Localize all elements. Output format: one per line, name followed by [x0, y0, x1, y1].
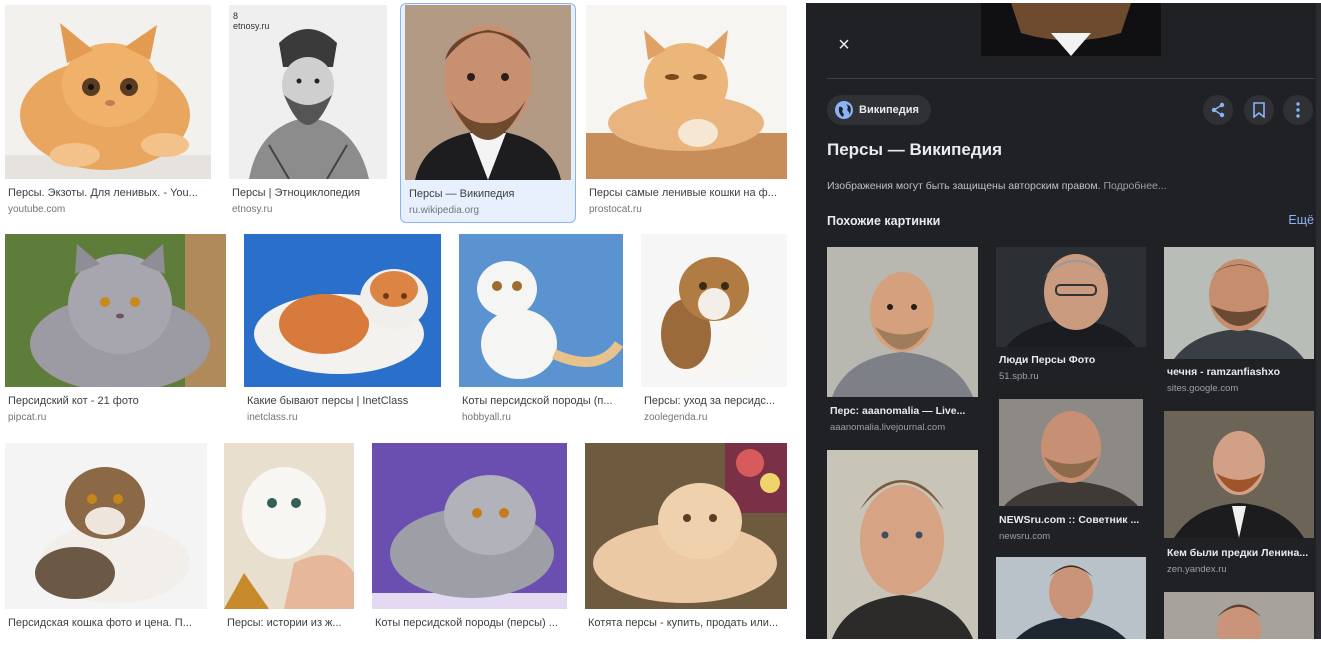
result-caption[interactable]: Коты персидской породы (персы) ...: [375, 617, 565, 629]
result-source: youtube.com: [8, 204, 66, 215]
result-tile[interactable]: Персы: истории из ж...: [222, 441, 356, 639]
result-tile[interactable]: Персы: уход за персидс... zoolegenda.ru: [639, 232, 789, 428]
result-thumbnail[interactable]: [5, 5, 211, 179]
result-thumbnail[interactable]: [244, 234, 441, 387]
similar-image[interactable]: [1164, 247, 1314, 359]
result-tile[interactable]: Персидский кот - 21 фото pipcat.ru: [3, 232, 228, 428]
similar-image[interactable]: [999, 399, 1143, 506]
save-button[interactable]: [1244, 95, 1274, 125]
similar-caption[interactable]: NEWSru.com :: Советник ...: [999, 514, 1144, 526]
result-source: etnosy.ru: [232, 204, 273, 215]
source-chip[interactable]: Википедия: [827, 95, 931, 125]
similar-image[interactable]: [1164, 592, 1314, 639]
similar-caption[interactable]: чечня - ramzanfiashxo: [1167, 366, 1312, 378]
result-source: pipcat.ru: [8, 412, 47, 423]
panel-title[interactable]: Персы — Википедия: [827, 140, 1002, 160]
result-thumbnail[interactable]: [405, 5, 571, 180]
result-thumbnail[interactable]: [585, 443, 787, 609]
result-thumbnail[interactable]: [5, 443, 207, 609]
result-thumbnail[interactable]: [224, 443, 354, 609]
similar-images-heading: Похожие картинки: [827, 214, 941, 228]
result-tile-selected[interactable]: Персы — Википедия ru.wikipedia.org: [400, 3, 576, 223]
result-tile[interactable]: Котята персы - купить, продать или...: [583, 441, 789, 639]
watermark-text: 8 etnosy.ru: [233, 11, 270, 31]
result-caption[interactable]: Персы — Википедия: [409, 188, 569, 200]
result-tile[interactable]: Персы. Экзоты. Для ленивых. - You... you…: [3, 3, 213, 219]
similar-caption[interactable]: Перс: aaanomalia — Live...: [830, 405, 975, 417]
similar-source: 51.spb.ru: [999, 371, 1039, 382]
result-caption[interactable]: Персидский кот - 21 фото: [8, 395, 223, 407]
result-caption[interactable]: Коты персидской породы (п...: [462, 395, 622, 407]
similar-image[interactable]: [996, 557, 1146, 639]
more-vert-icon: [1296, 102, 1300, 118]
result-thumbnail[interactable]: [459, 234, 623, 387]
similar-image[interactable]: [996, 247, 1146, 347]
learn-more-link[interactable]: Подробнее...: [1103, 180, 1166, 192]
result-caption[interactable]: Персы: уход за персидс...: [644, 395, 786, 407]
similar-image[interactable]: [1164, 411, 1314, 538]
similar-caption[interactable]: Люди Персы Фото: [999, 354, 1144, 366]
page-bottom-edge: [0, 639, 1321, 646]
result-source: ru.wikipedia.org: [409, 205, 480, 216]
result-source: inetclass.ru: [247, 412, 298, 423]
panel-scrollbar[interactable]: [1316, 3, 1321, 639]
result-thumbnail[interactable]: 8 etnosy.ru: [229, 5, 387, 179]
result-thumbnail[interactable]: [372, 443, 567, 609]
result-source: hobbyall.ru: [462, 412, 511, 423]
result-thumbnail[interactable]: [641, 234, 787, 387]
result-tile[interactable]: Какие бывают персы | InetClass inetclass…: [242, 232, 443, 428]
result-tile[interactable]: 8 etnosy.ru Персы | Этноциклопедия etnos…: [227, 3, 389, 219]
similar-caption[interactable]: Кем были предки Ленина...: [1167, 547, 1312, 559]
share-button[interactable]: [1203, 95, 1233, 125]
result-thumbnail[interactable]: [5, 234, 226, 387]
copyright-text: Изображения могут быть защищены авторски…: [827, 180, 1101, 192]
globe-icon: [835, 101, 853, 119]
divider: [827, 78, 1315, 79]
similar-image[interactable]: [827, 247, 978, 397]
similar-source: sites.google.com: [1167, 383, 1239, 394]
more-options-button[interactable]: [1283, 95, 1313, 125]
result-source: zoolegenda.ru: [644, 412, 708, 423]
result-tile[interactable]: Персы самые ленивые кошки на ф... prosto…: [584, 3, 789, 219]
result-caption[interactable]: Персы самые ленивые кошки на ф...: [589, 187, 784, 199]
similar-source: zen.yandex.ru: [1167, 564, 1227, 575]
result-caption[interactable]: Котята персы - купить, продать или...: [588, 617, 786, 629]
more-similar-link[interactable]: Ещё: [1288, 213, 1314, 227]
result-source: prostocat.ru: [589, 204, 642, 215]
result-caption[interactable]: Персидская кошка фото и цена. П...: [8, 617, 206, 629]
share-icon: [1211, 102, 1225, 118]
result-caption[interactable]: Персы | Этноциклопедия: [232, 187, 387, 199]
result-tile[interactable]: Коты персидской породы (персы) ...: [370, 441, 569, 639]
result-thumbnail[interactable]: [586, 5, 787, 179]
result-caption[interactable]: Какие бывают персы | InetClass: [247, 395, 442, 407]
result-caption[interactable]: Персы. Экзоты. Для ленивых. - You...: [8, 187, 208, 199]
preview-image[interactable]: [981, 3, 1161, 56]
copyright-notice: Изображения могут быть защищены авторски…: [827, 180, 1167, 192]
similar-image[interactable]: [827, 450, 978, 639]
result-tile[interactable]: Коты персидской породы (п... hobbyall.ru: [457, 232, 625, 428]
source-chip-label: Википедия: [859, 104, 919, 116]
close-button[interactable]: ×: [832, 33, 856, 57]
similar-source: newsru.com: [999, 531, 1051, 542]
result-caption[interactable]: Персы: истории из ж...: [227, 617, 352, 629]
bookmark-icon: [1253, 102, 1265, 118]
similar-source: aaanomalia.livejournal.com: [830, 422, 946, 433]
result-tile[interactable]: Персидская кошка фото и цена. П...: [3, 441, 209, 639]
image-preview-panel: × Википедия Персы — Википедия Изображени…: [806, 3, 1321, 639]
